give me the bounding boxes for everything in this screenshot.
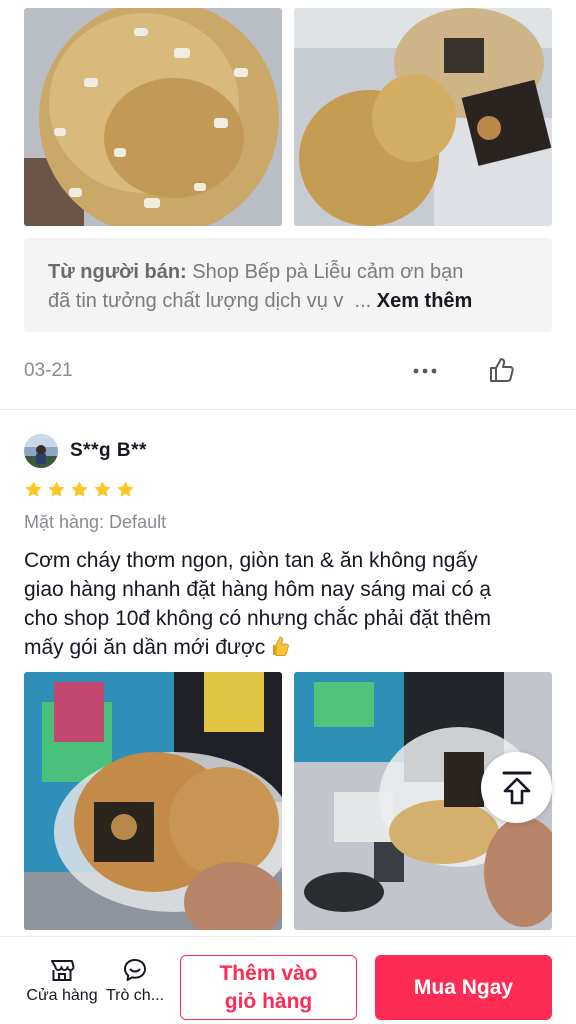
review-text-line: giao hàng nhanh đặt hàng hôm nay sáng ma… — [24, 578, 492, 601]
review-photo-2[interactable] — [294, 8, 552, 226]
scroll-up-arrow-icon — [502, 771, 531, 804]
star-icon — [25, 481, 42, 497]
chat-label: Trò ch... — [105, 987, 165, 1004]
star-icon — [71, 481, 88, 497]
thumbs-up-emoji-icon — [273, 636, 289, 656]
seller-reply-text-2: đã tin tưởng chất lượng dịch vụ v — [48, 290, 344, 312]
review-photo-1[interactable] — [24, 8, 282, 226]
star-icon — [94, 481, 111, 497]
seller-reply: Từ người bán: Shop Bếp pà Liễu cảm ơn bạ… — [24, 238, 552, 332]
review-date: 03-21 — [24, 360, 73, 381]
thumbs-up-icon[interactable] — [488, 356, 516, 384]
review-photo-3[interactable] — [24, 672, 282, 930]
add-to-cart-label-2: giỏ hàng — [224, 990, 313, 1013]
shop-button[interactable]: Cửa hàng — [22, 957, 102, 1005]
bottom-action-bar: Cửa hàng Trò ch... Thêm vào giỏ hàng Mua… — [0, 936, 576, 1024]
seller-reply-text: Shop Bếp pà Liễu cảm ơn bạn — [192, 261, 464, 283]
avatar[interactable] — [24, 434, 58, 468]
see-more-link[interactable]: Xem thêm — [377, 290, 473, 312]
review-divider — [0, 409, 576, 410]
seller-reply-ellipsis: ... — [354, 290, 372, 312]
review-text-line: Cơm cháy thơm ngon, giòn tan & ăn không … — [24, 549, 478, 572]
review-variant: Mặt hàng: Default — [24, 512, 167, 532]
star-icon — [48, 481, 65, 497]
store-icon — [51, 960, 75, 981]
review-meta-row: 03-21 — [24, 356, 552, 386]
add-to-cart-button[interactable]: Thêm vào giỏ hàng — [180, 955, 357, 1020]
review-username[interactable]: S**g B** — [70, 440, 147, 462]
shop-label: Cửa hàng — [26, 987, 98, 1004]
buy-now-button[interactable]: Mua Ngay — [375, 955, 552, 1020]
review-text-line: cho shop 10đ không có nhưng chắc phải đặ… — [24, 607, 492, 630]
chat-icon — [124, 959, 146, 981]
star-icon — [117, 481, 134, 497]
review-text: Cơm cháy thơm ngon, giòn tan & ăn không … — [24, 546, 554, 662]
more-dots-icon[interactable] — [412, 356, 438, 386]
seller-reply-label: Từ người bán: — [48, 261, 187, 283]
scroll-to-top-button[interactable] — [481, 752, 552, 823]
add-to-cart-label-1: Thêm vào — [219, 962, 318, 985]
chat-button[interactable]: Trò ch... — [95, 957, 175, 1005]
rating-stars — [24, 480, 135, 500]
review-text-line: mấy gói ăn dần mới được — [24, 636, 266, 659]
